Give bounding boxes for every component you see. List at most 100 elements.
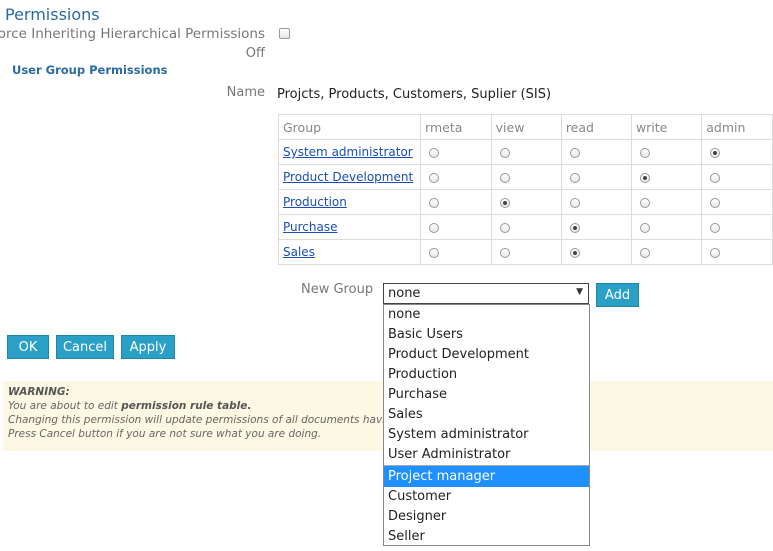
page-title: Permissions [5, 5, 100, 24]
col-header-rmeta: rmeta [420, 114, 492, 140]
table-row: Production [277, 189, 773, 215]
radio-rmeta[interactable] [429, 172, 440, 183]
perm-cell-view [490, 189, 562, 215]
col-header-view: view [490, 114, 562, 140]
radio-admin[interactable] [710, 197, 721, 208]
perm-cell-write [630, 164, 703, 190]
group-cell: Sales [277, 239, 422, 265]
warning-line1-pre: You are about to edit [8, 400, 122, 412]
dropdown-option[interactable]: Production [384, 365, 589, 385]
dropdown-option[interactable]: Seller [384, 527, 589, 547]
radio-read[interactable] [569, 172, 580, 183]
dropdown-option[interactable]: Sales [384, 405, 589, 425]
radio-view[interactable] [499, 222, 510, 233]
new-group-label: New Group [301, 282, 374, 297]
group-link[interactable]: Production [283, 195, 347, 209]
group-link[interactable]: Purchase [283, 220, 338, 234]
name-value: Projcts, Products, Customers, Suplier (S… [277, 87, 552, 102]
force-inherit-checkbox[interactable] [279, 28, 290, 39]
new-group-dropdown: none Basic Users Product Development Produc… [383, 304, 590, 546]
perm-cell-read [560, 164, 632, 190]
cancel-button[interactable]: Cancel [56, 335, 114, 359]
perm-cell-admin [701, 164, 773, 190]
table-row: System administrator [277, 139, 773, 165]
dropdown-option[interactable]: System administrator [384, 425, 589, 445]
dropdown-option[interactable]: Customer [384, 487, 589, 507]
dropdown-option[interactable]: Basic Users [384, 325, 589, 345]
perm-cell-view [490, 164, 562, 190]
group-cell: Product Development [277, 164, 422, 190]
dropdown-option[interactable]: none [384, 305, 589, 325]
dropdown-option[interactable]: User Administrator [384, 445, 589, 465]
group-link[interactable]: System administrator [283, 145, 413, 159]
radio-view[interactable] [499, 147, 510, 158]
col-header-write: write [630, 114, 703, 140]
new-group-select-value: none [388, 286, 421, 301]
perm-cell-rmeta [420, 164, 492, 190]
radio-admin[interactable] [710, 247, 721, 258]
perm-cell-read [560, 214, 632, 240]
perm-cell-write [630, 214, 703, 240]
group-cell: Purchase [277, 214, 422, 240]
warning-line1-bold: permission rule table. [121, 400, 252, 412]
table-row: Purchase [277, 214, 773, 240]
radio-rmeta[interactable] [429, 247, 440, 258]
radio-rmeta[interactable] [429, 197, 440, 208]
chevron-down-icon: ▼ [576, 287, 583, 297]
group-link[interactable]: Product Development [283, 170, 413, 184]
radio-view[interactable] [499, 197, 510, 208]
perm-cell-rmeta [420, 139, 492, 165]
radio-read[interactable] [569, 197, 580, 208]
table-header-row: Group rmeta view read write admin [277, 114, 773, 140]
apply-button[interactable]: Apply [121, 335, 175, 359]
perm-cell-view [490, 214, 562, 240]
radio-write[interactable] [639, 197, 650, 208]
perm-cell-read [560, 189, 632, 215]
radio-read[interactable] [569, 222, 580, 233]
radio-admin[interactable] [710, 222, 721, 233]
col-header-admin: admin [701, 114, 773, 140]
group-link[interactable]: Sales [283, 245, 315, 259]
group-cell: System administrator [277, 139, 422, 165]
perm-cell-admin [701, 239, 773, 265]
force-inherit-label: Force Inheriting Hierarchical Permission… [0, 26, 265, 42]
perm-cell-view [490, 239, 562, 265]
table-row: Product Development [277, 164, 773, 190]
ok-button[interactable]: OK [7, 335, 49, 359]
new-group-select[interactable]: none ▼ [383, 283, 589, 304]
radio-write[interactable] [639, 147, 650, 158]
dropdown-option[interactable]: Product Development [384, 345, 589, 365]
dropdown-option[interactable]: Purchase [384, 385, 589, 405]
radio-write[interactable] [639, 247, 650, 258]
perm-cell-rmeta [420, 189, 492, 215]
perm-cell-write [630, 189, 703, 215]
radio-view[interactable] [499, 247, 510, 258]
radio-read[interactable] [569, 147, 580, 158]
perm-cell-rmeta [420, 214, 492, 240]
radio-write[interactable] [639, 222, 650, 233]
radio-rmeta[interactable] [429, 147, 440, 158]
table-row: Sales [277, 239, 773, 265]
dropdown-option[interactable]: Designer [384, 507, 589, 527]
col-header-group: Group [277, 114, 422, 140]
group-cell: Production [277, 189, 422, 215]
permissions-table: Group rmeta view read write admin System… [277, 114, 773, 265]
perm-cell-read [560, 239, 632, 265]
perm-cell-admin [701, 139, 773, 165]
name-label: Name [226, 85, 265, 100]
radio-read[interactable] [569, 247, 580, 258]
perm-cell-read [560, 139, 632, 165]
perm-cell-rmeta [420, 239, 492, 265]
perm-cell-admin [701, 189, 773, 215]
radio-rmeta[interactable] [429, 222, 440, 233]
radio-admin[interactable] [710, 147, 721, 158]
force-inherit-state: Off [245, 46, 265, 61]
warning-heading: WARNING: [8, 386, 70, 398]
perm-cell-admin [701, 214, 773, 240]
radio-write[interactable] [639, 172, 650, 183]
dropdown-option-project-manager[interactable]: Project manager [384, 466, 589, 487]
add-group-button[interactable]: Add [596, 283, 639, 307]
radio-view[interactable] [499, 172, 510, 183]
radio-admin[interactable] [710, 172, 721, 183]
perm-cell-view [490, 139, 562, 165]
